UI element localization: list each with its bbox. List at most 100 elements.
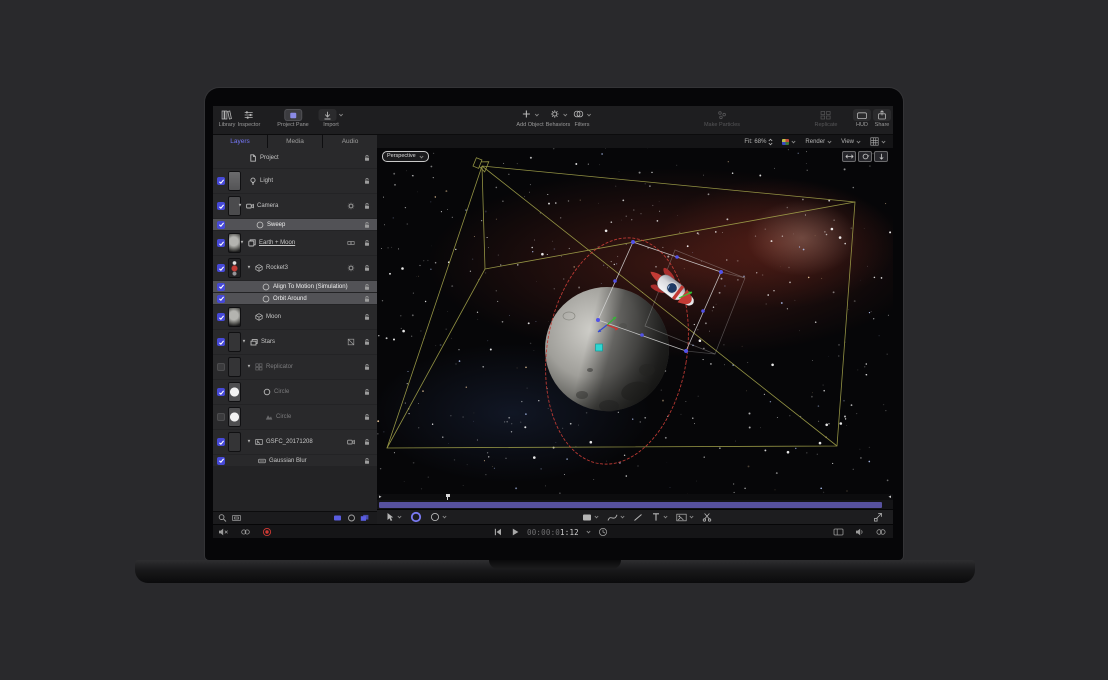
layer-row[interactable]: Sweep (213, 219, 377, 230)
layer-checkbox[interactable] (217, 177, 225, 185)
lock-icon[interactable] (363, 413, 371, 421)
layer-row[interactable]: Light (213, 169, 377, 193)
search-icon[interactable] (218, 514, 227, 523)
lock-icon[interactable] (363, 239, 371, 247)
canvas-viewport[interactable]: Perspective (377, 148, 893, 494)
camera-view-menu[interactable]: Perspective (382, 151, 429, 162)
disclosure-triangle[interactable]: ▼ (247, 439, 251, 444)
layer-row[interactable]: ▼Stars (213, 330, 377, 354)
previous-frame-button[interactable] (493, 527, 503, 537)
mask-tool[interactable] (676, 513, 694, 522)
timing-display-icon[interactable] (598, 527, 608, 537)
layer-row[interactable]: ▼Replicator (213, 355, 377, 379)
lock-icon[interactable] (363, 363, 371, 371)
lock-icon[interactable] (363, 457, 371, 465)
layers-pane-toggle[interactable] (333, 514, 342, 522)
filters-button[interactable]: Filters (573, 108, 592, 129)
layer-checkbox[interactable] (217, 438, 225, 446)
audio-mute-icon[interactable] (218, 527, 229, 537)
lock-icon[interactable] (363, 202, 371, 210)
pan-tool-icon[interactable] (842, 151, 856, 162)
timing-pane-icon[interactable] (833, 527, 844, 537)
audio-icon[interactable] (854, 527, 865, 537)
lock-icon[interactable] (363, 154, 371, 162)
pan-zoom-tool[interactable] (430, 512, 447, 522)
layer-checkbox[interactable] (217, 295, 225, 303)
layer-row[interactable]: Project (213, 148, 377, 168)
cut-tool[interactable] (702, 512, 712, 522)
layer-row[interactable]: Align To Motion (Simulation) (213, 281, 377, 292)
layer-row[interactable]: Moon (213, 305, 377, 329)
layer-checkbox[interactable] (217, 264, 225, 272)
layer-row[interactable]: ▼Camera (213, 194, 377, 218)
orbit-tool-icon[interactable] (858, 151, 872, 162)
chevron-down-icon[interactable] (586, 530, 591, 534)
library-button[interactable]: Library (219, 108, 236, 129)
lock-icon[interactable] (363, 438, 371, 446)
moon-object[interactable] (545, 287, 669, 412)
layer-checkbox[interactable] (217, 457, 225, 465)
3d-transform-tool[interactable] (410, 511, 422, 523)
bezier-tool[interactable] (607, 513, 625, 522)
layer-checkbox[interactable] (217, 283, 225, 291)
lock-icon[interactable] (363, 283, 371, 291)
layer-checkbox[interactable] (217, 388, 225, 396)
render-menu[interactable]: Render (805, 138, 832, 146)
shape-tool[interactable] (582, 513, 599, 522)
lock-icon[interactable] (363, 221, 371, 229)
zoom-level-control[interactable]: Fit: 68% (744, 138, 773, 146)
channels-menu[interactable] (782, 139, 796, 145)
disclosure-triangle[interactable]: ▼ (238, 203, 242, 208)
hud-button[interactable]: HUD (853, 108, 871, 129)
media-pane-toggle[interactable] (360, 514, 369, 522)
layer-checkbox[interactable] (217, 313, 225, 321)
disclosure-triangle[interactable]: ▼ (247, 364, 251, 369)
line-tool[interactable] (633, 513, 643, 522)
lock-icon[interactable] (363, 264, 371, 272)
out-point-marker[interactable]: ◂ (888, 495, 891, 499)
lock-icon[interactable] (363, 313, 371, 321)
share-button[interactable]: Share (873, 108, 891, 129)
loop-icon[interactable] (875, 527, 887, 537)
inspector-button[interactable]: Inspector (238, 108, 261, 129)
layer-checkbox[interactable] (217, 363, 225, 371)
layer-row[interactable]: ▼GSFC_20171208 (213, 430, 377, 454)
timing-pane-toggle[interactable] (347, 514, 356, 522)
adjust-item-tool[interactable] (873, 512, 883, 522)
replicate-button[interactable]: Replicate (815, 108, 838, 129)
text-tool[interactable] (651, 512, 668, 522)
anchor-point-handle[interactable] (596, 344, 603, 351)
project-pane-button[interactable]: Project Pane (277, 108, 309, 129)
record-button[interactable] (262, 527, 272, 537)
layer-row[interactable]: ▼Rocket3 (213, 256, 377, 280)
layer-checkbox[interactable] (217, 221, 225, 229)
layer-row[interactable]: Orbit Around (213, 293, 377, 304)
filter-frame-icon[interactable] (232, 514, 241, 522)
add-object-button[interactable]: Add Object (516, 108, 543, 129)
layer-checkbox[interactable] (217, 413, 225, 421)
tab-layers[interactable]: Layers (213, 135, 267, 148)
lock-icon[interactable] (363, 338, 371, 346)
tab-media[interactable]: Media (268, 135, 322, 148)
disclosure-triangle[interactable]: ▼ (242, 339, 246, 344)
layer-row[interactable]: Gaussian Blur (213, 455, 377, 466)
select-transform-tool[interactable] (385, 512, 402, 522)
link-icon[interactable] (240, 527, 251, 537)
layer-row[interactable]: Circle (213, 380, 377, 404)
layer-checkbox[interactable] (217, 239, 225, 247)
mini-timeline[interactable] (377, 500, 893, 509)
import-button[interactable]: Import (319, 108, 344, 129)
view-menu[interactable]: View (841, 138, 861, 146)
layer-row[interactable]: ▼Earth + Moon (213, 231, 377, 255)
disclosure-triangle[interactable]: ▼ (240, 240, 244, 245)
disclosure-triangle[interactable]: ▼ (247, 265, 251, 270)
layout-menu[interactable] (870, 137, 886, 146)
tab-audio[interactable]: Audio (323, 135, 377, 148)
layer-row[interactable]: Circle (213, 405, 377, 429)
layer-checkbox[interactable] (217, 338, 225, 346)
make-particles-button[interactable]: Make Particles (704, 108, 740, 129)
lock-icon[interactable] (363, 295, 371, 303)
layer-checkbox[interactable] (217, 202, 225, 210)
lock-icon[interactable] (363, 177, 371, 185)
lock-icon[interactable] (363, 388, 371, 396)
